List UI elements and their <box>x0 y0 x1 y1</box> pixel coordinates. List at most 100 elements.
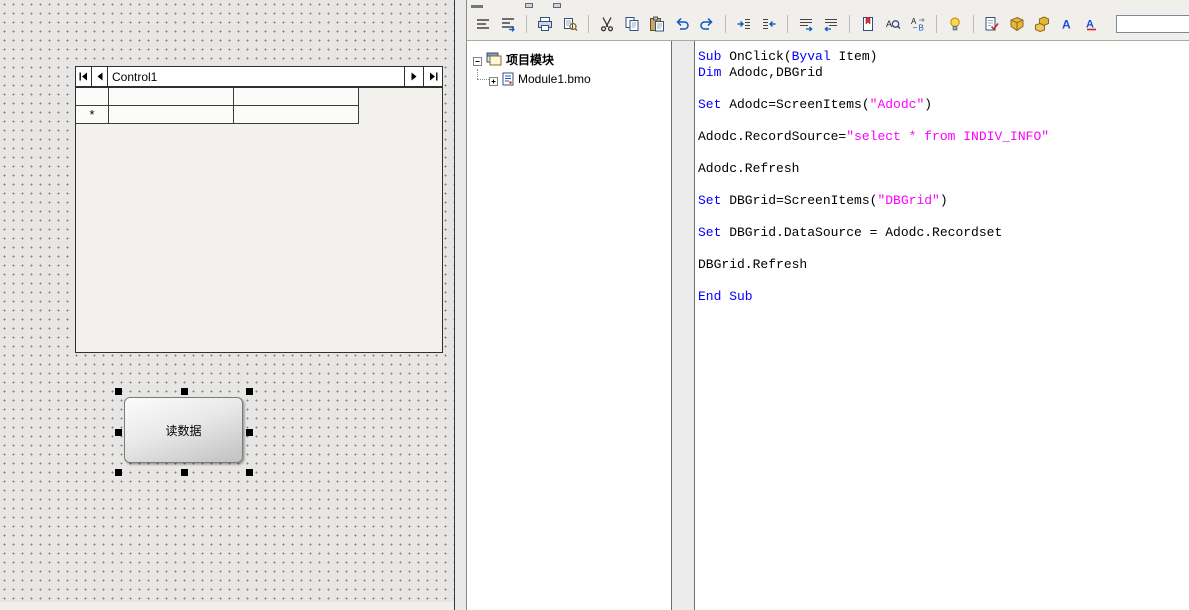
adodc-control[interactable]: Control1 <box>75 66 443 87</box>
redo-icon[interactable] <box>696 13 718 35</box>
editor-toolbar: A AB A A <box>467 8 1189 41</box>
menu-fragment <box>553 3 561 8</box>
script-editor-panel: A AB A A 项目模块 Module1.bmo Sub OnClick(By… <box>466 0 1189 610</box>
selection-handle[interactable] <box>180 469 188 476</box>
grid-line <box>108 88 109 124</box>
button-selection[interactable]: 读数据 <box>115 388 253 476</box>
lamp-icon[interactable] <box>944 13 966 35</box>
selection-handle[interactable] <box>115 428 122 436</box>
syntax-check-icon[interactable] <box>981 13 1003 35</box>
compile-all-icon[interactable] <box>1031 13 1053 35</box>
grid-line <box>233 88 234 124</box>
toolbar-combobox[interactable] <box>1116 15 1189 33</box>
grid-line <box>76 105 359 106</box>
code-line: Dim Adodc,DBGrid <box>698 65 823 80</box>
code-editor[interactable]: Sub OnClick(Byval Item) Dim Adodc,DBGrid … <box>694 41 1189 610</box>
find-icon[interactable]: A <box>882 13 904 35</box>
code-line: Set DBGrid=ScreenItems("DBGrid") <box>698 193 948 208</box>
svg-text:A: A <box>911 17 917 26</box>
toolbar-separator <box>725 15 726 33</box>
shift-right-icon[interactable] <box>795 13 817 35</box>
expand-icon[interactable] <box>489 75 498 86</box>
next-record-button[interactable] <box>404 67 423 86</box>
code-line: End Sub <box>698 289 753 304</box>
font-style-icon[interactable]: A <box>1081 13 1103 35</box>
clipped-menu-bar <box>467 0 1189 8</box>
vertical-splitter[interactable] <box>455 0 466 610</box>
toolbar-separator <box>588 15 589 33</box>
toolbar-separator <box>973 15 974 33</box>
prev-record-icon <box>97 72 103 81</box>
lines-icon[interactable] <box>472 13 494 35</box>
new-row-marker: * <box>89 107 95 122</box>
code-line: DBGrid.Refresh <box>698 257 808 272</box>
code-line: Set Adodc=ScreenItems("Adodc") <box>698 97 933 112</box>
first-record-icon <box>79 72 87 81</box>
toolbar-separator <box>936 15 937 33</box>
cut-icon[interactable] <box>596 13 618 35</box>
module-group-icon <box>486 52 502 66</box>
script-editor-window: Control1 * 读数据 A A B A A 项目模块 Module1.bm… <box>0 0 1189 610</box>
indent-increase-icon[interactable] <box>733 13 755 35</box>
module-file-icon <box>502 72 514 86</box>
paste-icon[interactable] <box>646 13 668 35</box>
last-record-button[interactable] <box>423 67 442 86</box>
next-record-icon <box>411 72 416 81</box>
editor-content: 项目模块 Module1.bmo Sub OnClick(Byval Item)… <box>467 41 1189 610</box>
selection-handle[interactable] <box>246 469 253 476</box>
selection-handle[interactable] <box>115 469 122 476</box>
toolbar-separator <box>849 15 850 33</box>
undo-icon[interactable] <box>671 13 693 35</box>
svg-text:A: A <box>886 19 892 29</box>
code-line: Adodc.Refresh <box>698 161 800 176</box>
dbgrid-control[interactable]: * <box>75 87 443 353</box>
grid-line <box>76 123 359 124</box>
code-line: Adodc.RecordSource="select * from INDIV_… <box>698 129 1050 144</box>
designer-bottom-strip <box>0 602 454 610</box>
find-replace-icon[interactable]: AB <box>907 13 929 35</box>
form-designer-canvas[interactable]: Control1 * 读数据 <box>0 0 455 610</box>
panel-gap <box>672 41 694 610</box>
first-record-button[interactable] <box>76 67 92 86</box>
bookmark-icon[interactable] <box>857 13 879 35</box>
tree-root-label[interactable]: 项目模块 <box>506 51 554 68</box>
grid-line <box>358 88 359 124</box>
print-preview-icon[interactable] <box>559 13 581 35</box>
copy-icon[interactable] <box>621 13 643 35</box>
last-record-icon <box>429 72 437 81</box>
project-tree[interactable]: 项目模块 Module1.bmo <box>467 41 672 610</box>
svg-text:A: A <box>1062 18 1071 32</box>
menu-fragment <box>525 3 533 8</box>
menu-fragment <box>471 5 483 8</box>
code-line: Set DBGrid.DataSource = Adodc.Recordset <box>698 225 1003 240</box>
tree-item-module1[interactable]: Module1.bmo <box>473 69 665 89</box>
adodc-caption: Control1 <box>112 69 158 84</box>
selection-handle[interactable] <box>180 388 188 395</box>
print-icon[interactable] <box>534 13 556 35</box>
collapse-icon[interactable] <box>473 55 482 66</box>
indent-decrease-icon[interactable] <box>758 13 780 35</box>
shift-left-icon[interactable] <box>820 13 842 35</box>
selection-handle[interactable] <box>246 388 253 395</box>
lines-arrow-icon[interactable] <box>497 13 519 35</box>
toolbar-separator <box>787 15 788 33</box>
selection-handle[interactable] <box>246 428 253 436</box>
code-line: Sub OnClick(Byval Item) <box>698 49 878 64</box>
selection-handle[interactable] <box>115 388 122 395</box>
prev-record-button[interactable] <box>92 67 108 86</box>
svg-text:B: B <box>919 24 924 33</box>
compile-icon[interactable] <box>1006 13 1028 35</box>
font-icon[interactable]: A <box>1056 13 1078 35</box>
read-data-button[interactable]: 读数据 <box>124 397 243 463</box>
tree-item-project-modules[interactable]: 项目模块 <box>473 49 665 69</box>
dbgrid-cells: * <box>76 88 359 124</box>
toolbar-separator <box>526 15 527 33</box>
tree-child-label[interactable]: Module1.bmo <box>518 72 591 86</box>
